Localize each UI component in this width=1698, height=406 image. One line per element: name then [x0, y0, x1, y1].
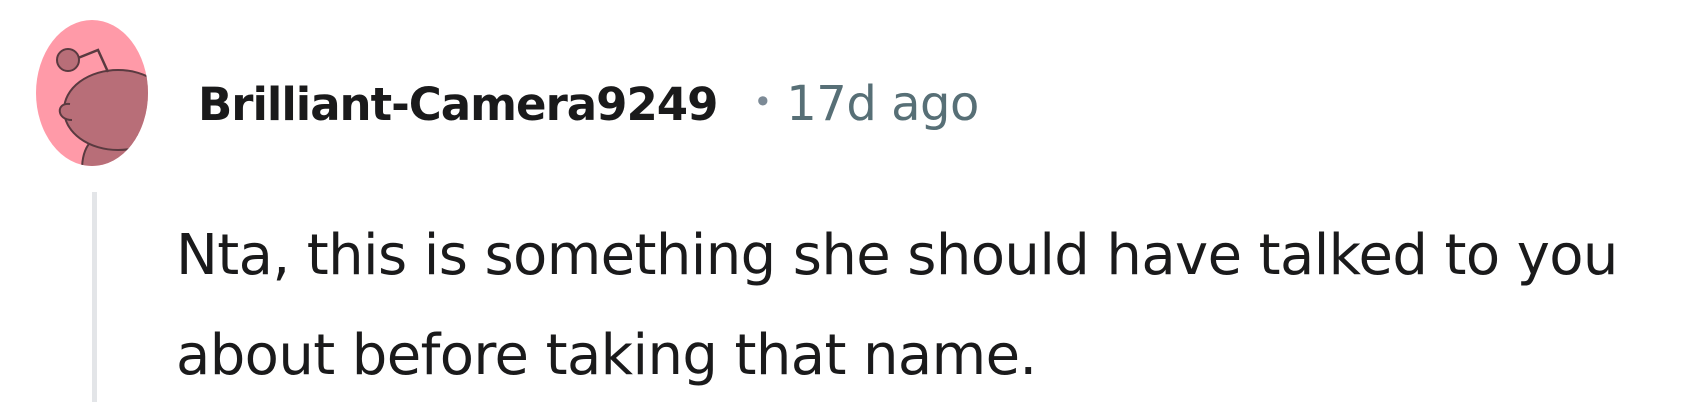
comment-body: Nta, this is something she should have t… — [176, 223, 1618, 388]
comment: Brilliant-Camera9249 • 17d ago Nta, this… — [0, 0, 1698, 402]
comment-meta: Brilliant-Camera9249 • 17d ago — [198, 74, 979, 134]
user-avatar[interactable] — [34, 20, 158, 170]
username-link[interactable]: Brilliant-Camera9249 — [198, 78, 718, 131]
thread-collapse-line[interactable] — [92, 192, 97, 402]
comment-timestamp[interactable]: 17d ago — [786, 76, 979, 132]
meta-separator: • — [753, 83, 773, 121]
snoo-avatar-icon — [36, 20, 148, 166]
